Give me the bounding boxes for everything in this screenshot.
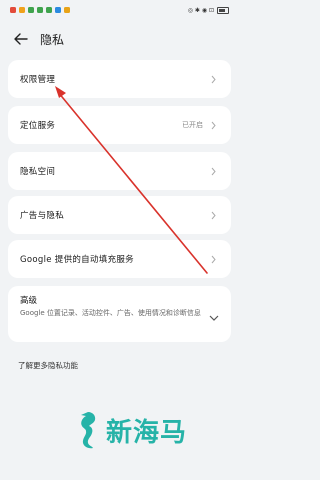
- advanced-description: Google 位置记录、活动控件、广告、使用情况和诊断信息: [20, 309, 201, 317]
- notification-icon: [55, 7, 61, 13]
- watermark-text: 新海马: [106, 417, 188, 448]
- chevron-right-icon: [209, 74, 217, 84]
- notification-icon: [19, 7, 25, 13]
- seahorse-logo-icon: [81, 412, 96, 449]
- row-label: 权限管理: [20, 75, 56, 85]
- row-ads-privacy[interactable]: 广告与隐私: [8, 196, 231, 234]
- chevron-right-icon: [209, 254, 217, 264]
- chevron-down-icon[interactable]: [209, 306, 219, 325]
- row-label: 隐私空间: [20, 167, 56, 177]
- row-advanced[interactable]: 高级 Google 位置记录、活动控件、广告、使用情况和诊断信息: [8, 286, 231, 342]
- status-right-icons: ◎ ✱ ◉ ⊡: [187, 6, 229, 14]
- notification-icon: [37, 7, 43, 13]
- notification-icon: [10, 7, 16, 13]
- back-arrow-icon: [14, 33, 28, 45]
- notification-icon: [64, 7, 70, 13]
- row-privacy-space[interactable]: 隐私空间: [8, 152, 231, 190]
- battery-icon: [217, 6, 229, 14]
- row-autofill-service[interactable]: Google 提供的自动填充服务: [8, 240, 231, 278]
- learn-more-link[interactable]: 了解更多隐私功能: [18, 360, 78, 371]
- status-left-icons: [10, 7, 70, 13]
- header: 隐私: [0, 22, 239, 56]
- notification-icon: [28, 7, 34, 13]
- row-location-services[interactable]: 定位服务 已开启: [8, 106, 231, 144]
- status-icons-text: ◎ ✱ ◉ ⊡: [187, 6, 214, 14]
- row-label: 广告与隐私: [20, 211, 65, 221]
- status-value: 已开启: [182, 121, 203, 129]
- status-bar: ◎ ✱ ◉ ⊡: [0, 0, 239, 20]
- chevron-right-icon: [209, 120, 217, 130]
- back-button[interactable]: [4, 22, 38, 56]
- advanced-title: 高级: [20, 296, 38, 306]
- chevron-right-icon: [209, 166, 217, 176]
- chevron-right-icon: [209, 210, 217, 220]
- watermark: 新海马: [74, 410, 187, 450]
- row-label: 定位服务: [20, 121, 56, 131]
- row-label: Google 提供的自动填充服务: [20, 255, 134, 265]
- row-permission-management[interactable]: 权限管理: [8, 60, 231, 98]
- page-title: 隐私: [40, 32, 65, 47]
- notification-icon: [46, 7, 52, 13]
